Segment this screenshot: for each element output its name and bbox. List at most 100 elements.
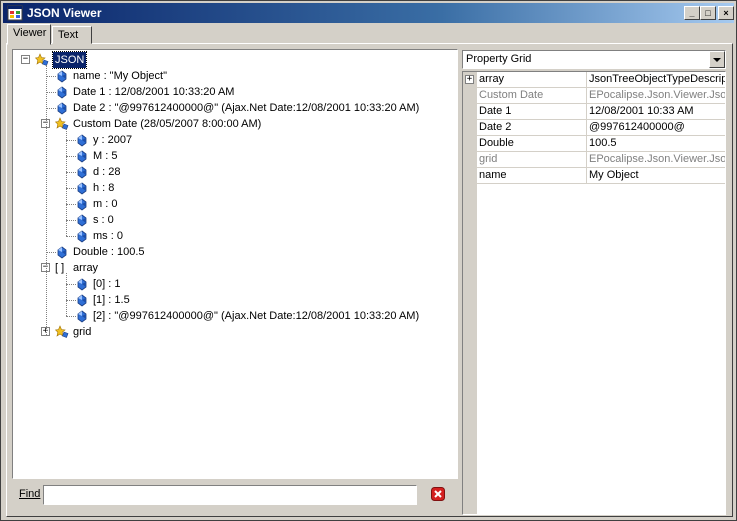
property-value[interactable]: JsonTreeObjectTypeDescriptor [589,73,725,87]
property-row-margin [463,152,477,168]
tree-connector [46,108,56,109]
blue-gem-icon [57,70,67,83]
red-x-clear-icon[interactable] [431,487,445,501]
tree-node-label: [2] : "@997612400000@" (Ajax.Net Date:12… [93,310,420,322]
minimize-button[interactable]: _ [684,6,700,20]
property-name: Date 2 [479,121,512,133]
tree-connector [66,220,76,221]
find-input[interactable] [43,485,417,505]
property-row[interactable]: + array JsonTreeObjectTypeDescriptor [463,72,725,88]
window-title: JSON Viewer [27,6,102,20]
tree-node-label: grid [73,326,92,338]
property-row[interactable]: grid EPocalipse.Json.Viewer.JsonTreeObjec… [463,152,725,168]
tree-connector [66,129,67,236]
tab-viewer-label: Viewer [13,27,47,39]
property-value[interactable]: 100.5 [589,137,725,151]
blue-gem-icon [77,166,87,179]
blue-gem-icon [57,102,67,115]
tree-connector [66,140,76,141]
property-selector[interactable]: Property Grid [462,50,726,69]
tree-node-label: y : 2007 [93,134,133,146]
tree-connector [66,156,76,157]
property-separator [586,88,587,104]
maximize-button[interactable]: □ [700,6,716,20]
json-tree-view[interactable]: − JSON name : "My Object" Date 1 : 12/08/20… [12,49,458,479]
blue-gem-icon [77,182,87,195]
property-row[interactable]: name My Object [463,168,725,184]
tree-connector [66,188,76,189]
array-brackets-icon: [ ] [55,262,65,274]
minimize-icon: _ [689,8,695,18]
property-separator [586,152,587,168]
tree-node-label: [0] : 1 [93,278,121,290]
tree-connector [66,236,76,237]
blue-gem-icon [77,134,87,147]
property-selector-value: Property Grid [466,53,532,65]
property-name: name [479,169,507,181]
tree-connector [66,172,76,173]
tree-node-label: s : 0 [93,214,114,226]
tree-connector [46,92,56,93]
property-row[interactable]: Custom Date EPocalipse.Json.Viewer.JsonTr… [463,88,725,104]
blue-gem-icon [77,294,87,307]
property-value[interactable]: EPocalipse.Json.Viewer.JsonTreeObject [589,89,725,103]
property-expander[interactable]: + [465,75,474,84]
chevron-down-icon [713,58,721,62]
tree-node-label: d : 28 [93,166,121,178]
tree-expander[interactable]: − [21,55,30,64]
property-row-margin [463,120,477,136]
property-row-margin [463,88,477,104]
tab-viewer[interactable]: Viewer [7,24,51,45]
app-window-icon [7,5,23,21]
property-row[interactable]: Date 1 12/08/2001 10:33 AM [463,104,725,120]
tree-node-label: [1] : 1.5 [93,294,130,306]
close-icon: × [723,8,729,18]
app-window: JSON Viewer _ □ × Viewer Text − JSON name … [0,0,737,521]
tree-node-label: Date 1 : 12/08/2001 10:33:20 AM [73,86,235,98]
property-value[interactable]: 12/08/2001 10:33 AM [589,105,725,119]
find-label: Find [19,488,40,500]
property-separator [586,104,587,120]
blue-gem-icon [77,214,87,227]
blue-gem-icon [77,150,87,163]
title-bar[interactable]: JSON Viewer _ □ × [3,3,734,23]
tree-connector [66,316,76,317]
property-row[interactable]: Date 2 @997612400000@ [463,120,725,136]
property-value[interactable]: @997612400000@ [589,121,725,135]
property-value[interactable]: EPocalipse.Json.Viewer.JsonTreeObject [589,153,725,167]
blue-gem-icon [57,246,67,259]
blue-gem-icon [77,310,87,323]
tree-connector [46,65,47,335]
property-row[interactable]: Double 100.5 [463,136,725,152]
blue-gem-icon [77,230,87,243]
find-label-text: Find [19,488,41,500]
tree-node-label: JSON [51,51,88,69]
tree-node-label: Date 2 : "@997612400000@" (Ajax.Net Date… [73,102,420,114]
property-separator [586,136,587,152]
property-value[interactable]: My Object [589,169,725,183]
property-separator [586,168,587,184]
property-grid-margin [463,184,477,514]
dropdown-button[interactable] [709,51,725,68]
tree-connector [66,273,67,316]
tree-node-label: Custom Date (28/05/2007 8:00:00 AM) [73,118,262,130]
property-grid[interactable]: + array JsonTreeObjectTypeDescriptor Custom… [462,71,726,515]
property-row-margin [463,136,477,152]
tab-text-label: Text [58,29,79,41]
tab-text[interactable]: Text [52,26,92,44]
property-row-margin [463,104,477,120]
tree-node-label: array [73,262,99,274]
property-row-margin [463,168,477,184]
tree-connector [66,204,76,205]
blue-gem-icon [77,278,87,291]
close-button[interactable]: × [718,6,734,20]
tree-node-label: ms : 0 [93,230,123,242]
tree-connector [66,284,76,285]
property-name: Date 1 [479,105,512,117]
blue-gem-icon [57,86,67,99]
tree-connector [46,76,56,77]
property-name: Double [479,137,514,149]
tree-node-label: M : 5 [93,150,118,162]
tree-node-label: m : 0 [93,198,118,210]
property-name: grid [479,153,498,165]
